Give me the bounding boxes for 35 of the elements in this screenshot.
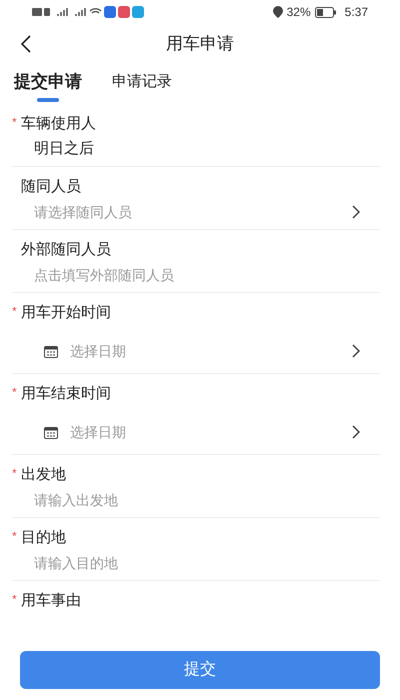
page-title: 用车申请	[166, 33, 234, 56]
field-label: 车辆使用人	[21, 114, 96, 134]
field-label: 外部随同人员	[21, 240, 111, 260]
battery-percent: 32%	[286, 4, 311, 21]
required-mark: *	[12, 465, 18, 482]
date-field[interactable]: 选择日期	[44, 414, 360, 450]
date-field[interactable]: 选择日期	[44, 333, 360, 369]
field-label: 用车开始时间	[21, 302, 111, 323]
tab[interactable]: 申请记录	[112, 70, 172, 102]
back-icon	[21, 35, 31, 53]
select-field[interactable]: 请选择随同人员	[34, 199, 360, 225]
tab[interactable]: 提交申请	[14, 70, 82, 102]
submit-button[interactable]: 提交	[20, 651, 380, 689]
calendar-icon	[44, 344, 58, 358]
battery-icon	[314, 6, 337, 18]
field-label: 出发地	[21, 464, 66, 485]
field-value[interactable]: 明日之后	[34, 136, 360, 162]
input-field[interactable]: 请输入目的地	[34, 550, 364, 576]
calendar-icon	[44, 426, 58, 438]
required-mark: *	[12, 384, 18, 401]
chevron-right-icon	[352, 344, 360, 358]
input-field[interactable]: 请输入出发地	[34, 487, 364, 513]
location-icon	[272, 6, 283, 18]
required-mark: *	[12, 303, 18, 320]
chevron-right-icon	[352, 425, 360, 439]
required-mark: *	[12, 591, 18, 608]
input-field[interactable]: 点击填写外部随同人员	[34, 262, 364, 288]
field-label: 用车事由	[21, 590, 81, 611]
required-mark: *	[12, 114, 18, 131]
field-label: 用车结束时间	[21, 384, 111, 404]
field-label: 随同人员	[21, 176, 81, 197]
clock-time: 5:37	[344, 4, 368, 21]
required-mark: *	[12, 528, 18, 545]
field-label: 目的地	[21, 528, 66, 548]
chevron-right-icon	[352, 205, 360, 219]
